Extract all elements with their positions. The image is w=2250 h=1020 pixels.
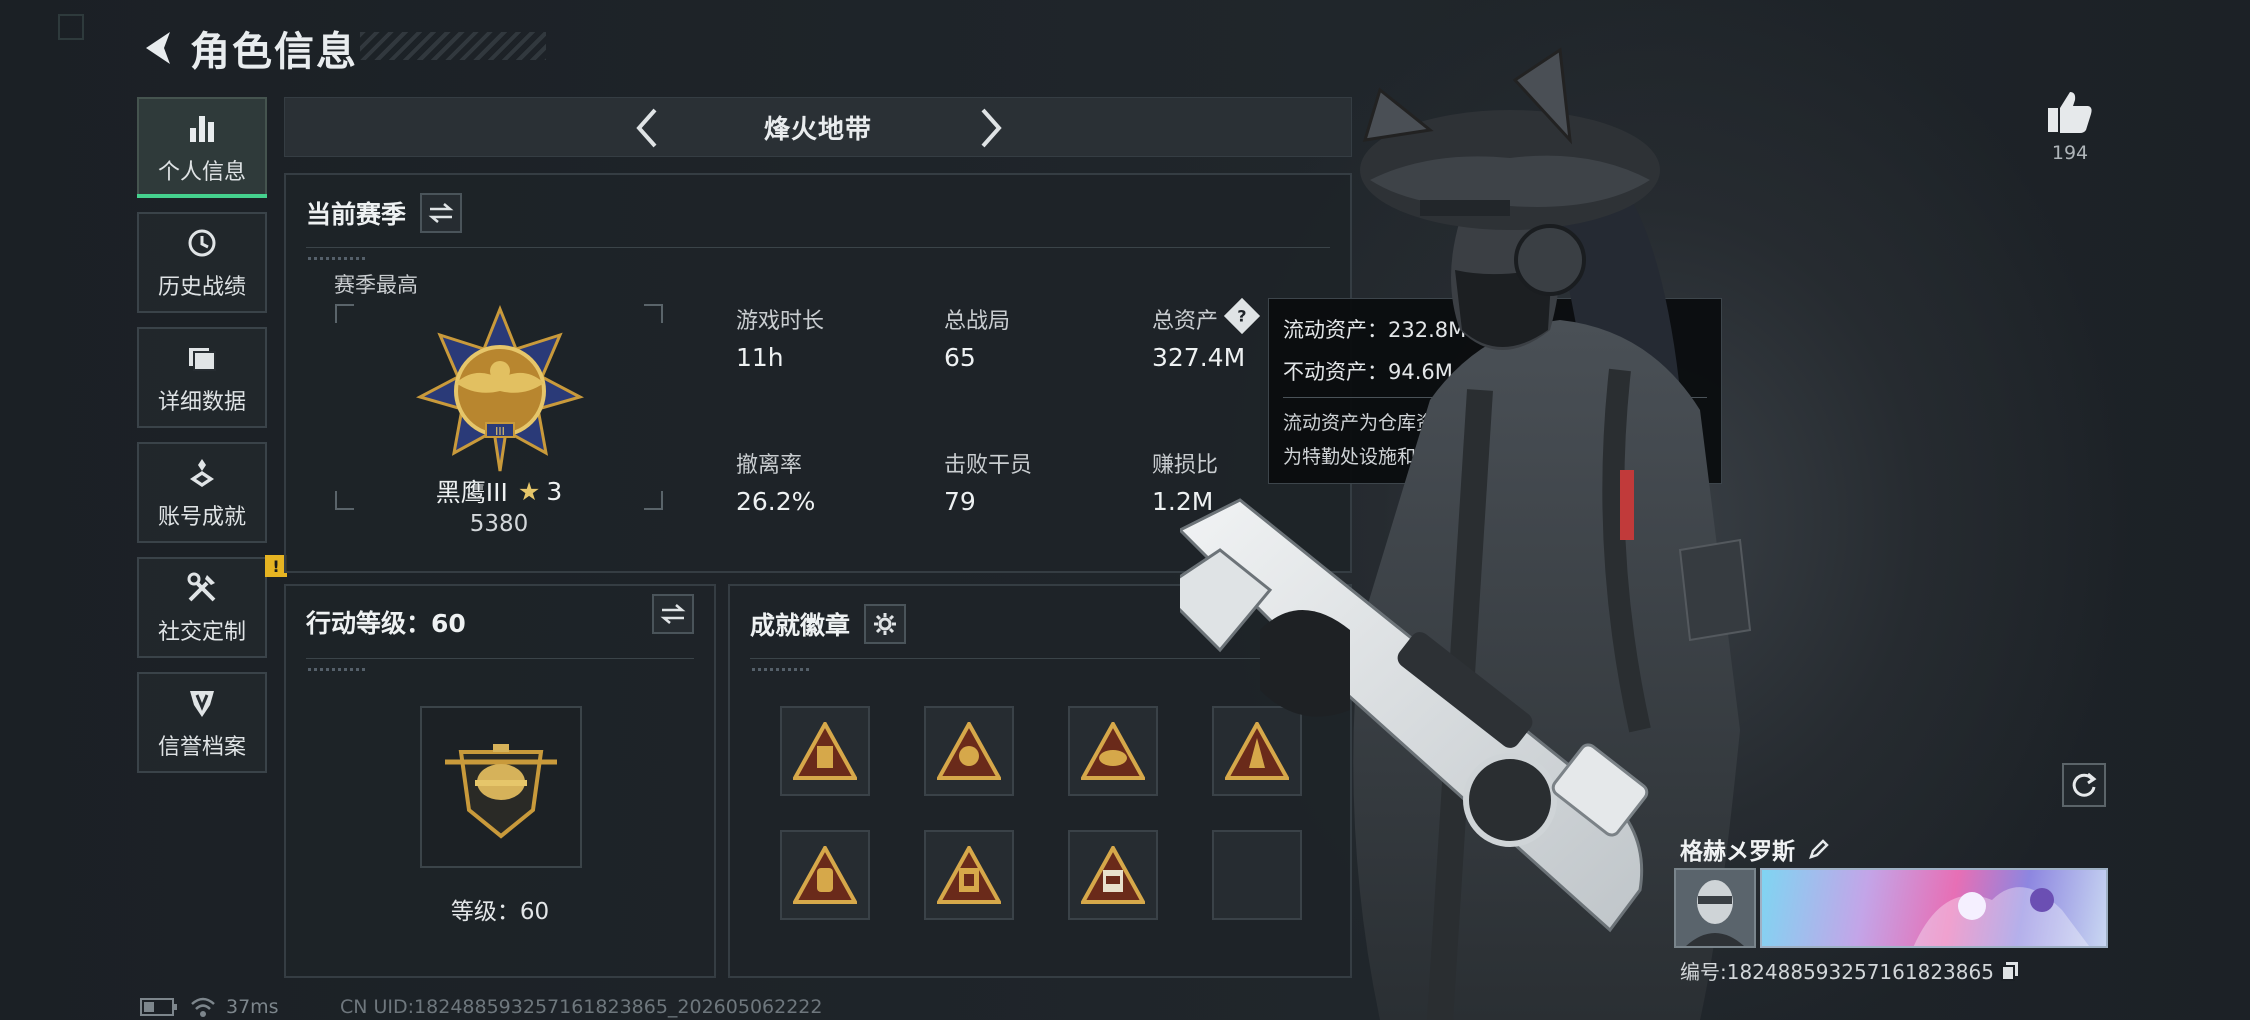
sidebar-item-achievements[interactable]: 账号成就 — [137, 442, 267, 543]
stat-label: 撤离率 — [736, 453, 803, 478]
avatar[interactable] — [1674, 868, 1756, 948]
sidebar-item-label: 账号成就 — [157, 504, 246, 530]
badge-triangle-icon — [937, 846, 1001, 904]
player-name: 格赫メ罗斯 — [1680, 839, 1795, 865]
sidebar-item-label: 社交定制 — [157, 619, 246, 645]
player-banner-card[interactable] — [1760, 868, 2108, 948]
achievement-icon — [184, 455, 220, 491]
stat-value: 79 — [944, 487, 976, 516]
edit-pencil-icon[interactable] — [1807, 837, 1831, 861]
ping-text: 37ms — [226, 996, 279, 1018]
title-decoration — [360, 32, 546, 60]
switch-level-button[interactable] — [652, 594, 694, 634]
history-icon — [184, 225, 220, 261]
stat-label: 游戏时长 — [736, 309, 825, 334]
sidebar-item-personal-info[interactable]: 个人信息 — [137, 97, 267, 198]
sidebar-item-social[interactable]: 社交定制 ! — [137, 555, 287, 658]
badge-triangle-icon — [1081, 722, 1145, 780]
level-text: 等级：60 — [450, 899, 550, 925]
season-title: 当前赛季 — [306, 200, 407, 229]
sidebar-item-reputation[interactable]: 信誉档案 — [137, 672, 267, 773]
stat-value: 65 — [944, 343, 976, 372]
sidebar-item-detailed-data[interactable]: 详细数据 — [137, 327, 267, 428]
prev-mode-chevron-left-icon[interactable] — [625, 106, 669, 150]
sidebar-item-label: 个人信息 — [157, 159, 246, 185]
rank-name-row: 黑鹰III ★ 3 — [334, 473, 664, 509]
stat-label: 击败干员 — [944, 453, 1033, 478]
stat-label: 总战局 — [944, 309, 1011, 334]
badge-triangle-icon — [793, 722, 857, 780]
stat-value: 26.2% — [736, 487, 816, 516]
stat-value: 11h — [736, 343, 784, 372]
level-emblem-icon — [420, 706, 582, 868]
player-name-row: 格赫メ罗斯 — [1680, 832, 1831, 866]
achievement-badge[interactable] — [780, 706, 870, 796]
refresh-button[interactable] — [2062, 763, 2106, 807]
badge-triangle-icon — [937, 722, 1001, 780]
divider-dash — [752, 668, 812, 671]
sidebar-item-history[interactable]: 历史战绩 — [137, 212, 267, 313]
badge-triangle-icon — [793, 846, 857, 904]
corner-decoration — [58, 14, 84, 40]
achievement-badge[interactable] — [780, 830, 870, 920]
like-count: 194 — [2051, 142, 2089, 164]
badge-settings-button[interactable] — [864, 604, 907, 644]
star-icon: ★ — [517, 476, 541, 506]
rank-name: 黑鹰III — [435, 478, 508, 507]
swap-icon — [660, 604, 686, 624]
status-bar: 37ms — [140, 996, 279, 1018]
like-widget[interactable]: 194 — [2042, 90, 2098, 164]
divider-dash — [308, 668, 368, 671]
switch-season-button[interactable] — [420, 193, 463, 233]
achievement-badge[interactable] — [924, 830, 1014, 920]
player-id-row: 编号:1824885932571618238​65 — [1680, 956, 2020, 985]
swap-icon — [428, 203, 454, 223]
gear-icon — [874, 613, 897, 635]
achievement-badge[interactable] — [1068, 706, 1158, 796]
refresh-icon — [2072, 772, 2097, 797]
divider — [306, 658, 694, 659]
sidebar: 个人信息 历史战绩 详细数据 账号成就 社交定制 ! 信誉档案 — [137, 97, 287, 787]
copy-icon[interactable] — [2000, 960, 2020, 982]
shield-icon — [184, 685, 220, 721]
player-id: 编号:1824885932571618238​65 — [1680, 960, 1994, 984]
rank-stars: 3 — [546, 476, 563, 506]
folder-icon — [184, 340, 220, 376]
rank-score: 5380 — [469, 511, 529, 537]
page-title: 角色信息 — [190, 29, 358, 75]
next-mode-chevron-right-icon[interactable] — [969, 106, 1013, 150]
badges-title: 成就徽章 — [750, 611, 851, 640]
sidebar-item-label: 详细数据 — [157, 389, 246, 415]
season-best-label: 赛季最高 — [334, 273, 418, 297]
sidebar-item-label: 历史战绩 — [157, 274, 246, 300]
battery-icon — [140, 998, 177, 1016]
uid-text: CN UID:1824885932571618238​65_2026050622… — [340, 996, 823, 1018]
page-header: 角色信息 — [138, 20, 358, 76]
achievement-badge[interactable] — [1068, 830, 1158, 920]
sidebar-item-label: 信誉档案 — [157, 734, 246, 760]
wifi-icon — [191, 997, 215, 1017]
back-arrow-icon[interactable] — [138, 26, 178, 70]
divider — [306, 247, 1330, 248]
rank-emblem-icon: III — [415, 304, 585, 473]
bar-chart-icon — [184, 110, 220, 146]
action-level-title: 行动等级：60 — [306, 609, 466, 638]
mode-title: 烽火地带 — [763, 114, 872, 145]
divider-dash — [308, 257, 368, 260]
thumbs-up-icon[interactable] — [2046, 90, 2094, 134]
tools-icon — [184, 570, 220, 606]
achievement-badge[interactable] — [924, 706, 1014, 796]
badge-triangle-icon — [1081, 846, 1145, 904]
svg-text:III: III — [495, 425, 505, 438]
action-level-panel: 行动等级：60 等级：60 — [284, 584, 716, 978]
